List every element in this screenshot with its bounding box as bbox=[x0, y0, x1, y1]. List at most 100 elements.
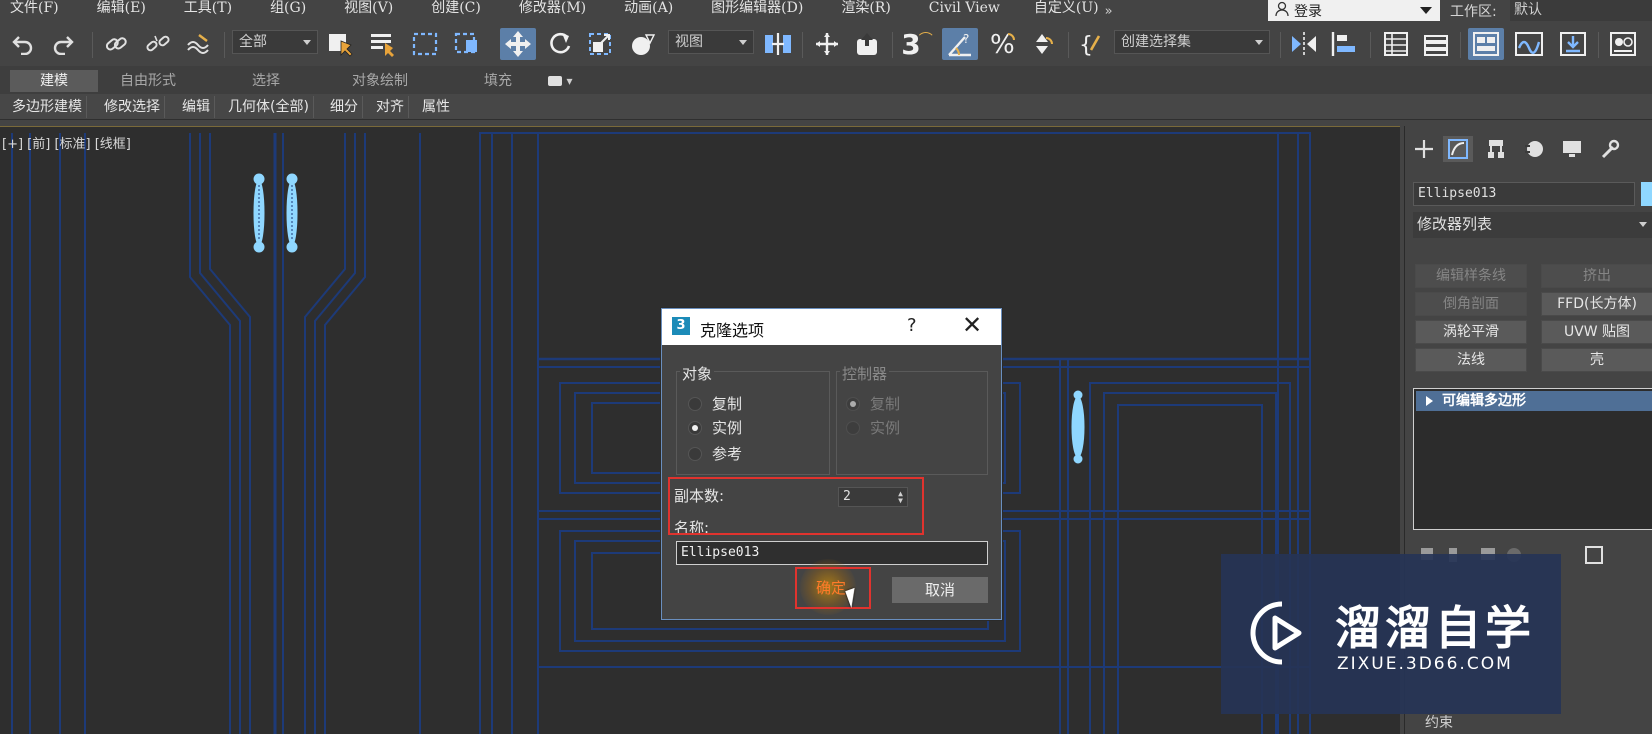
panel-properties[interactable]: 属性 bbox=[418, 96, 454, 118]
modify-tab-icon[interactable] bbox=[1443, 136, 1473, 162]
unlink-icon[interactable] bbox=[144, 31, 172, 57]
angle-snap-icon[interactable]: ? bbox=[942, 28, 978, 60]
reference-coord-dropdown[interactable]: 视图 bbox=[668, 30, 754, 54]
menu-views[interactable]: 视图(V) bbox=[306, 0, 393, 22]
workspace-dropdown[interactable]: 默认 bbox=[1510, 0, 1652, 21]
radio-controller-copy[interactable] bbox=[846, 396, 860, 411]
panel-subdivision[interactable]: 细分 bbox=[326, 96, 363, 118]
display-tab-icon[interactable] bbox=[1557, 136, 1587, 162]
constraints-rollout[interactable]: 约束 bbox=[1425, 712, 1453, 732]
mirror-icon[interactable] bbox=[1288, 31, 1320, 57]
select-by-name-icon[interactable] bbox=[368, 31, 398, 57]
percent-snap-icon[interactable]: % bbox=[986, 30, 1020, 58]
material-editor-icon[interactable] bbox=[1606, 31, 1640, 57]
layer-explorer-icon[interactable] bbox=[1420, 31, 1452, 57]
modifier-list-dropdown[interactable]: 修改器列表 bbox=[1413, 212, 1652, 238]
modifier-stack-item[interactable]: 可编辑多边形 bbox=[1416, 391, 1652, 411]
modifier-button-turbosmooth[interactable]: 涡轮平滑 bbox=[1415, 320, 1527, 344]
chevron-down-icon bbox=[1639, 222, 1647, 227]
align-icon[interactable] bbox=[1328, 31, 1360, 57]
close-icon[interactable]: ✕ bbox=[962, 311, 982, 339]
ribbon-toggle-icon[interactable] bbox=[1468, 28, 1504, 60]
manipulate-icon[interactable] bbox=[852, 31, 882, 57]
modifier-button-edit-spline[interactable]: 编辑样条线 bbox=[1415, 264, 1527, 288]
object-option-copy[interactable]: 复制 bbox=[688, 393, 742, 414]
object-option-reference[interactable]: 参考 bbox=[688, 443, 742, 464]
object-name-field[interactable]: Ellipse013 bbox=[1413, 182, 1635, 206]
radio-instance[interactable] bbox=[688, 420, 702, 435]
tab-populate[interactable]: 填充 bbox=[472, 70, 524, 92]
menu-modifiers[interactable]: 修改器(M) bbox=[481, 0, 586, 22]
controller-option-instance[interactable]: 实例 bbox=[846, 417, 900, 438]
menu-customize[interactable]: 自定义(U) bbox=[1000, 0, 1099, 22]
modifier-button-ffd-box[interactable]: FFD(长方体) bbox=[1541, 292, 1652, 316]
menu-file[interactable]: 文件(F) bbox=[0, 0, 59, 22]
link-icon[interactable] bbox=[102, 31, 130, 57]
curve-editor-icon[interactable] bbox=[1512, 31, 1546, 57]
modifier-button-shell[interactable]: 壳 bbox=[1541, 348, 1652, 372]
menu-edit[interactable]: 编辑(E) bbox=[59, 0, 146, 22]
help-icon[interactable]: ? bbox=[907, 315, 917, 336]
tab-selection[interactable]: 选择 bbox=[240, 70, 292, 92]
tab-freeform[interactable]: 自由形式 bbox=[108, 70, 188, 92]
panel-align[interactable]: 对齐 bbox=[372, 96, 409, 118]
ribbon-options-button[interactable]: ▾ bbox=[544, 70, 576, 92]
dialog-titlebar[interactable]: 3 克隆选项 ? ✕ bbox=[662, 309, 1001, 345]
hierarchy-tab-icon[interactable] bbox=[1481, 136, 1511, 162]
selection-filter-dropdown[interactable]: 全部 bbox=[232, 30, 318, 54]
modifier-button-uvw-map[interactable]: UVW 贴图 bbox=[1541, 320, 1652, 344]
redo-icon[interactable] bbox=[50, 31, 76, 57]
schematic-icon[interactable] bbox=[1556, 31, 1590, 57]
object-option-instance[interactable]: 实例 bbox=[688, 417, 742, 438]
object-color-swatch[interactable] bbox=[1641, 182, 1652, 206]
menu-civil-view[interactable]: Civil View bbox=[891, 0, 1000, 22]
undo-icon[interactable] bbox=[10, 31, 36, 57]
menu-animation[interactable]: 动画(A) bbox=[586, 0, 673, 22]
move-icon[interactable] bbox=[500, 28, 536, 60]
expand-triangle-icon[interactable] bbox=[1426, 396, 1433, 406]
menu-group[interactable]: 组(G) bbox=[232, 0, 306, 22]
panel-polygon-modeling[interactable]: 多边形建模 bbox=[8, 96, 87, 118]
scene-explorer-icon[interactable] bbox=[1380, 31, 1412, 57]
tab-modeling[interactable]: 建模 bbox=[10, 70, 98, 92]
ribbon-options-arrow: ▾ bbox=[566, 74, 573, 88]
panel-geometry-all[interactable]: 几何体(全部) bbox=[224, 96, 314, 118]
panel-edit[interactable]: 编辑 bbox=[178, 96, 215, 118]
modifier-button-extrude[interactable]: 挤出 bbox=[1541, 264, 1652, 288]
menu-rendering[interactable]: 渲染(R) bbox=[803, 0, 890, 22]
radio-copy[interactable] bbox=[688, 396, 702, 411]
snap-icon[interactable]: 3 ⌒ bbox=[900, 28, 934, 61]
utilities-wrench-icon[interactable] bbox=[1595, 136, 1625, 162]
bind-spacewarp-icon[interactable] bbox=[184, 31, 214, 57]
pivot-icon[interactable] bbox=[762, 31, 794, 57]
window-crossing-icon[interactable] bbox=[452, 31, 482, 57]
toolbar-separator bbox=[1460, 32, 1461, 58]
menu-create[interactable]: 创建(C) bbox=[393, 0, 481, 22]
create-tab-plus-icon[interactable] bbox=[1409, 136, 1439, 162]
select-object-icon[interactable] bbox=[326, 31, 356, 57]
menu-tools[interactable]: 工具(T) bbox=[146, 0, 232, 22]
radio-controller-instance[interactable] bbox=[846, 420, 860, 435]
panel-modify-selection[interactable]: 修改选择 bbox=[100, 96, 165, 118]
edit-named-sets-icon[interactable]: { bbox=[1076, 31, 1106, 58]
radio-reference[interactable] bbox=[688, 446, 702, 461]
menu-graph-editors[interactable]: 图形编辑器(D) bbox=[673, 0, 803, 22]
menu-overflow-icon[interactable]: » bbox=[1099, 4, 1119, 19]
placement-icon[interactable] bbox=[628, 31, 658, 57]
rotate-icon[interactable] bbox=[546, 31, 574, 57]
tab-object-paint[interactable]: 对象绘制 bbox=[340, 70, 420, 92]
modifier-button-bevel-profile[interactable]: 倒角剖面 bbox=[1415, 292, 1527, 316]
viewport-label[interactable]: [+] [前] [标准] [线框] bbox=[2, 133, 131, 152]
motion-tab-icon[interactable] bbox=[1519, 136, 1549, 162]
ribbon-panel-bar: 多边形建模 修改选择 编辑 几何体(全部) 细分 对齐 属性 bbox=[0, 94, 1652, 120]
spinner-snap-icon[interactable] bbox=[1026, 31, 1058, 57]
cancel-button[interactable]: 取消 bbox=[892, 577, 988, 603]
named-selection-set-dropdown[interactable]: 创建选择集 bbox=[1114, 30, 1270, 54]
select-filter-icon[interactable] bbox=[812, 31, 842, 57]
rect-select-icon[interactable] bbox=[410, 31, 440, 57]
configure-sets-icon[interactable] bbox=[1585, 546, 1603, 564]
login-dropdown[interactable]: 登录 bbox=[1268, 0, 1440, 21]
controller-option-copy[interactable]: 复制 bbox=[846, 393, 900, 414]
modifier-button-normal[interactable]: 法线 bbox=[1415, 348, 1527, 372]
scale-icon[interactable] bbox=[586, 31, 616, 57]
